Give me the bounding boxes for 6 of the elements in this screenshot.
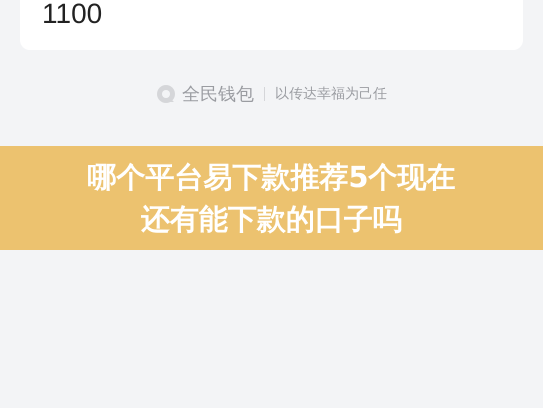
brand-slogan: 以传达幸福为己任 xyxy=(275,85,387,103)
banner-title: 还有能下款的口子吗 xyxy=(141,201,402,238)
logo-icon xyxy=(156,84,176,104)
banner-title: 哪个平台易下款推荐5个现在 xyxy=(87,159,456,196)
brand-name: 全民钱包 xyxy=(182,83,254,106)
amount-value: 1100 xyxy=(42,0,102,28)
